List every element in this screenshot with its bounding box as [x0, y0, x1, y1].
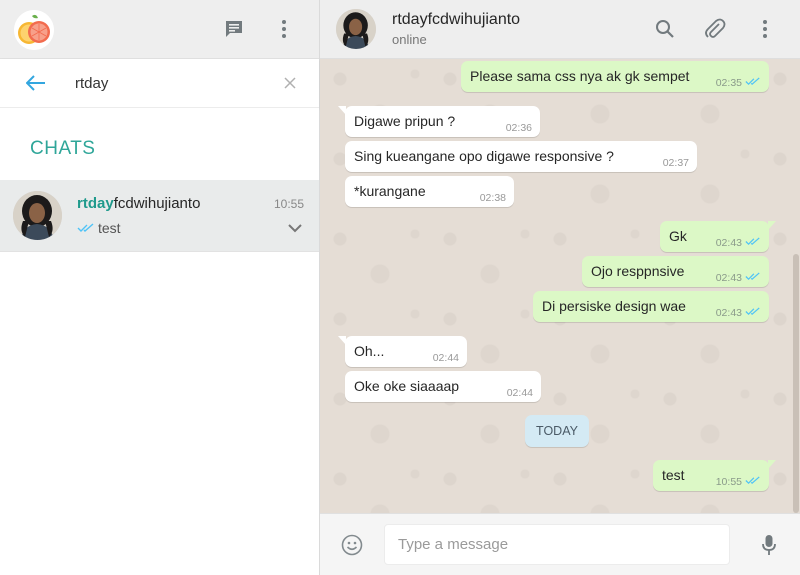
message-meta: 02:38 [480, 191, 506, 205]
message-text: Ojo resppnsive [591, 263, 685, 279]
chevron-down-icon[interactable] [287, 220, 303, 236]
double-check-icon [745, 306, 761, 320]
bubble-tail [768, 221, 776, 230]
section-title: CHATS [30, 138, 96, 159]
search-bar [0, 59, 319, 108]
message-time: 02:43 [715, 237, 742, 249]
double-check-icon [745, 236, 761, 250]
message-out: test 10:55 [653, 460, 776, 491]
attach-icon[interactable] [703, 17, 727, 41]
message-text: Di persiske design wae [542, 298, 686, 314]
contact-avatar[interactable] [336, 9, 376, 49]
message-time: 02:43 [715, 272, 742, 284]
message-scrollbar[interactable] [792, 59, 800, 513]
whatsapp-web-app: CHATS rtdayfcdwihujianto 10:55 test [0, 0, 800, 575]
compose-bar [320, 513, 800, 575]
message-meta: 02:44 [433, 351, 459, 365]
message-text: Digawe pripun ? [354, 113, 456, 129]
message-time: 02:44 [506, 387, 533, 399]
chats-section-title: CHATS [0, 108, 319, 180]
sidebar: CHATS rtdayfcdwihujianto 10:55 test [0, 0, 320, 575]
message-time: 02:44 [432, 352, 459, 364]
arrow-left-icon[interactable] [24, 71, 48, 95]
bubble-tail [768, 460, 776, 469]
date-divider: TODAY [525, 415, 589, 447]
message-text: Please sama css nya ak gk sempet [470, 68, 690, 84]
close-icon[interactable] [280, 73, 300, 93]
chat-preview: test [77, 220, 121, 236]
message-in: Oke oke siaaaap 02:44 [345, 371, 541, 402]
double-check-icon [745, 271, 761, 285]
message-text: Oke oke siaaaap [354, 378, 460, 394]
more-vertical-icon[interactable] [272, 17, 296, 41]
message-time: 02:37 [662, 157, 689, 169]
message-out: Please sama css nya ak gk sempet 02:35 [461, 61, 769, 92]
scrollbar-thumb[interactable] [793, 254, 799, 513]
double-check-icon [77, 220, 95, 236]
message-text: Gk [669, 228, 687, 244]
message-in: Sing kueangane opo digawe responsive ? 0… [345, 141, 697, 172]
chat-name-rest: fcdwihujianto [113, 195, 201, 212]
search-highlight: rtday [77, 195, 114, 212]
message-meta: 02:37 [663, 156, 689, 170]
message-meta: 02:44 [507, 386, 533, 400]
sidebar-header [0, 0, 319, 59]
profile-avatar[interactable] [14, 10, 54, 50]
bubble-tail [338, 106, 346, 115]
conversation-header: rtdayfcdwihujianto online [320, 0, 800, 59]
bubble-tail [338, 336, 346, 345]
search-input[interactable] [75, 71, 275, 95]
new-chat-icon[interactable] [222, 17, 246, 41]
message-out: Ojo resppnsive 02:43 [582, 256, 769, 287]
message-text: test [662, 467, 685, 483]
message-text: Sing kueangane opo digawe responsive ? [354, 148, 614, 164]
message-text: *kurangane [354, 183, 426, 199]
conversation-pane: rtdayfcdwihujianto online Please sama cs… [320, 0, 800, 575]
smiley-icon[interactable] [340, 533, 364, 557]
message-meta: 10:55 [716, 475, 761, 489]
search-icon[interactable] [653, 17, 677, 41]
message-meta: 02:43 [716, 306, 761, 320]
message-meta: 02:43 [716, 236, 761, 250]
message-list[interactable]: Please sama css nya ak gk sempet 02:35 D… [320, 59, 792, 513]
message-in: Digawe pripun ? 02:36 [338, 106, 540, 137]
message-input[interactable] [384, 524, 730, 565]
message-time: 02:35 [715, 77, 742, 89]
contact-name[interactable]: rtdayfcdwihujianto [392, 11, 520, 29]
message-time: 02:43 [715, 307, 742, 319]
message-time: 02:36 [505, 122, 532, 134]
chat-contact-name: rtdayfcdwihujianto [77, 195, 200, 212]
message-time: 02:38 [479, 192, 506, 204]
message-out: Di persiske design wae 02:43 [533, 291, 769, 322]
double-check-icon [745, 475, 761, 489]
message-time: 10:55 [715, 476, 742, 488]
avatar [13, 191, 62, 240]
message-out: Gk 02:43 [660, 221, 776, 252]
message-in: *kurangane 02:38 [345, 176, 514, 207]
message-in: Oh... 02:44 [338, 336, 467, 367]
contact-status: online [392, 32, 427, 47]
microphone-icon[interactable] [757, 533, 781, 557]
chat-list-item[interactable]: rtdayfcdwihujianto 10:55 test [0, 180, 319, 252]
message-meta: 02:35 [716, 76, 761, 90]
double-check-icon [745, 76, 761, 90]
message-meta: 02:43 [716, 271, 761, 285]
message-text: Oh... [354, 343, 385, 359]
more-vertical-icon[interactable] [753, 17, 777, 41]
message-meta: 02:36 [506, 121, 532, 135]
chat-preview-text: test [98, 220, 121, 236]
chat-time: 10:55 [273, 197, 304, 211]
